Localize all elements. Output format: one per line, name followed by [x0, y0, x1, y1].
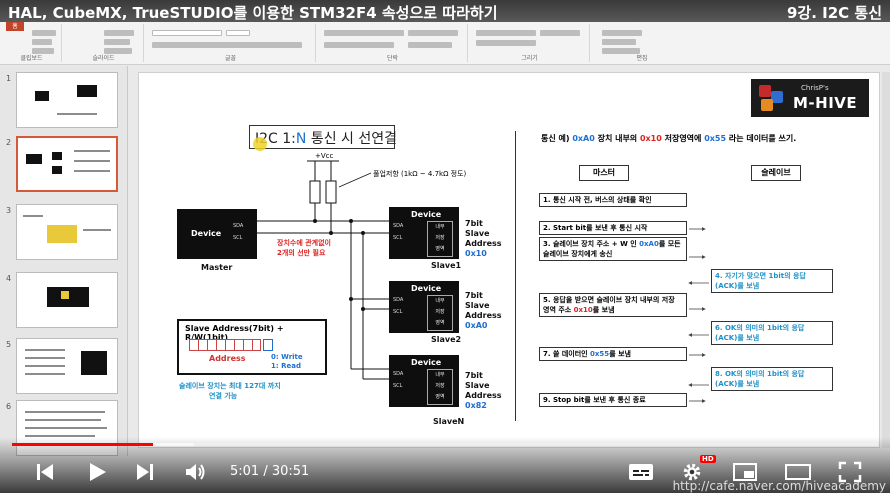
thumb-number: 1 — [6, 74, 12, 83]
slide-thumbnail-2[interactable] — [16, 136, 118, 192]
m-hive-logo: ChrisP's M-HIVE — [751, 79, 869, 117]
video-player[interactable]: HAL, CubeMX, TrueSTUDIO를 이용한 STM32F4 속성으… — [0, 0, 890, 493]
slave-column-header: 슬레이브 — [751, 165, 801, 181]
step-1: 1. 통신 시작 전, 버스의 상태를 확인 — [539, 193, 687, 207]
step-7: 7. 쓸 데이터인 0x55를 보냄 — [539, 347, 687, 361]
thumb-number: 5 — [6, 340, 12, 349]
thumb-number: 6 — [6, 402, 12, 411]
slide-divider — [515, 131, 516, 421]
response-6: 6. OK의 의미의 1bit의 응답 (ACK)를 보냄 — [711, 321, 833, 345]
step-9: 9. Stop bit를 보낸 후 통신 종료 — [539, 393, 687, 407]
slave2-device: Device SDA SCL 내부 저장 영역 — [389, 281, 459, 333]
vcc-label: +Vcc — [315, 152, 334, 160]
ppt-ribbon: 홈 클립보드 슬라이드 글꼴 단락 그리기 편집 — [0, 22, 890, 65]
slave1-label: Slave1 — [431, 261, 462, 270]
slave1-address: 7bit Slave Address 0x10 — [465, 219, 502, 258]
step-3: 3. 슬레이브 장치 주소 + W 인 0xA0를 모든 슬레이브 장치에게 송… — [539, 237, 687, 261]
next-icon[interactable] — [134, 461, 156, 483]
ribbon-group-paragraph: 단락 — [318, 24, 468, 62]
slide-scrollbar[interactable] — [882, 72, 890, 448]
video-chapter: 9강. I2C 통신 — [786, 4, 882, 22]
ribbon-group-clipboard: 클립보드 — [2, 24, 62, 62]
step-2: 2. Start bit를 보낸 후 통신 시작 — [539, 221, 687, 235]
ribbon-group-font: 글꼴 — [146, 24, 316, 62]
slave2-register: 내부 저장 영역 — [427, 295, 453, 331]
comm-example-title: 통신 예) 0xA0 장치 내부의 0x10 저장영역에 0x55 라는 데이터… — [541, 134, 797, 143]
previous-icon[interactable] — [34, 461, 56, 483]
volume-icon[interactable] — [184, 461, 208, 483]
line-note-2: 2개의 선만 필요 — [277, 249, 326, 257]
pullup-note: 풀업저항 (1kΩ ~ 4.7kΩ 정도) — [373, 170, 467, 178]
master-column-header: 마스터 — [579, 165, 629, 181]
video-controls: 5:01 / 30:51 HD http://cafe.naver.com/hi… — [0, 437, 890, 493]
slave-address-box: Slave Address(7bit) + R/W(1bit) Address … — [177, 319, 327, 375]
slide-canvas: ChrisP's M-HIVE I2C 1:N 통신 시 선연결 +Vcc 풀업… — [138, 72, 880, 448]
hd-badge: HD — [700, 455, 716, 463]
rw-bit — [263, 339, 273, 351]
master-label: Master — [201, 263, 233, 272]
video-title[interactable]: HAL, CubeMX, TrueSTUDIO를 이용한 STM32F4 속성으… — [8, 4, 498, 22]
slave2-label: Slave2 — [431, 335, 462, 344]
slaven-label: SlaveN — [433, 417, 465, 426]
slide-thumbnails-pane: 1 2 3 4 5 6 — [0, 66, 128, 456]
progress-played — [12, 443, 154, 446]
address-bits-bar — [189, 339, 261, 351]
step-5: 5. 응답을 받으면 슬레이브 장치 내부의 저장 영역 주소 0x10를 보냄 — [539, 293, 687, 317]
video-title-bar: HAL, CubeMX, TrueSTUDIO를 이용한 STM32F4 속성으… — [0, 0, 890, 22]
line-note-1: 장치수에 관계없이 — [277, 239, 331, 247]
thumb-number: 4 — [6, 274, 12, 283]
master-device: Device SDA SCL — [177, 209, 257, 259]
slave-limit-note-2: 연결 가능 — [209, 392, 238, 400]
thumb-number: 3 — [6, 206, 12, 215]
slaven-register: 내부 저장 영역 — [427, 369, 453, 405]
slide-thumbnail-3[interactable] — [16, 204, 118, 260]
logo-subtitle: ChrisP's — [801, 84, 829, 92]
slave1-device: Device SDA SCL 내부 저장 영역 — [389, 207, 459, 259]
response-8: 8. OK의 의미의 1bit의 응답 (ACK)를 보냄 — [711, 367, 833, 391]
slaven-address: 7bit Slave Address 0x82 — [465, 371, 502, 410]
progress-bar[interactable] — [12, 443, 878, 446]
slave2-address: 7bit Slave Address 0xA0 — [465, 291, 502, 330]
slave-limit-note-1: 슬레이브 장치는 최대 127대 까지 — [179, 382, 281, 390]
thumb-number: 2 — [6, 138, 12, 147]
subtitles-icon[interactable] — [628, 461, 654, 483]
slaven-device: Device SDA SCL 내부 저장 영역 — [389, 355, 459, 407]
slide-thumbnail-4[interactable] — [16, 272, 118, 328]
play-icon[interactable] — [86, 461, 108, 483]
url-watermark: http://cafe.naver.com/hiveacademy — [672, 479, 886, 493]
ribbon-group-editing: 편집 — [592, 24, 692, 62]
logo-text: M-HIVE — [793, 94, 858, 112]
slide-thumbnail-5[interactable] — [16, 338, 118, 394]
time-display: 5:01 / 30:51 — [230, 464, 310, 479]
response-4: 4. 자기가 맞으면 1bit의 응답 (ACK)를 보냄 — [711, 269, 833, 293]
slave1-register: 내부 저장 영역 — [427, 221, 453, 257]
slide-thumbnail-1[interactable] — [16, 72, 118, 128]
ribbon-group-drawing: 그리기 — [470, 24, 590, 62]
ribbon-group-slides: 슬라이드 — [64, 24, 144, 62]
